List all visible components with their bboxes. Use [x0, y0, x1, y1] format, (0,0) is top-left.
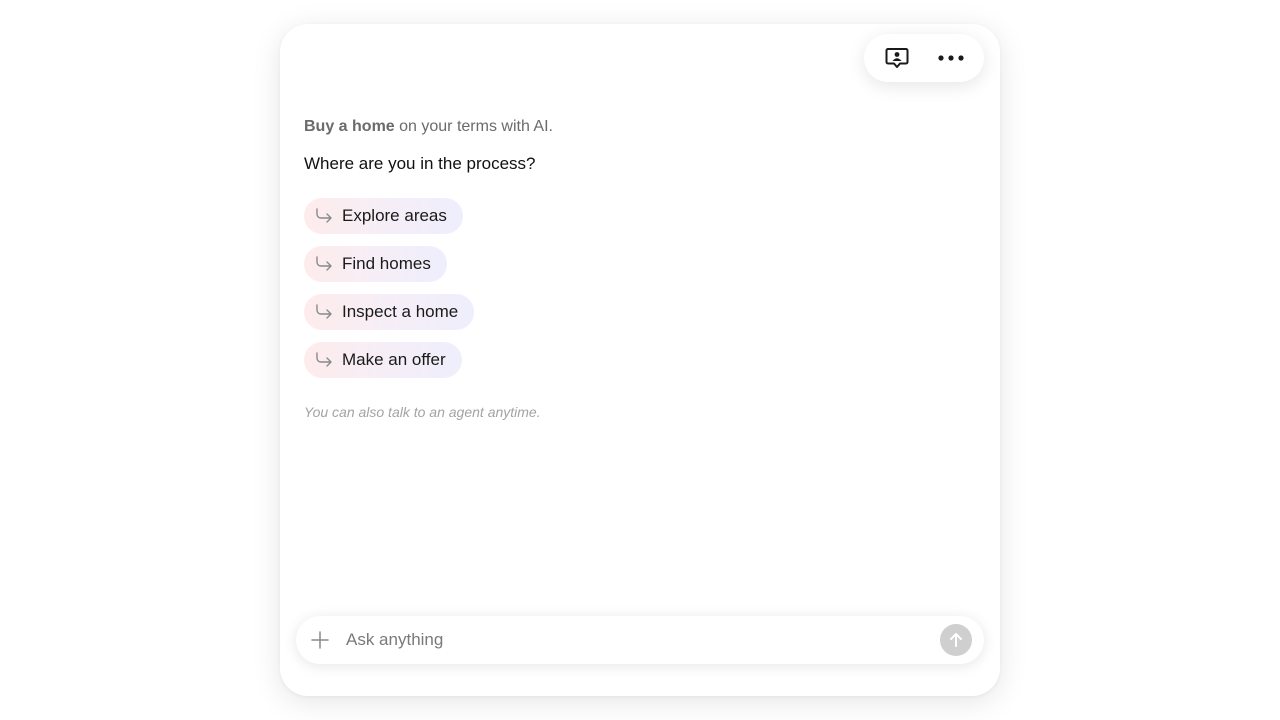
suggestion-make-an-offer[interactable]: Make an offer: [304, 342, 462, 378]
intro-tagline: Buy a home on your terms with AI.: [304, 116, 976, 138]
chat-panel: Buy a home on your terms with AI. Where …: [280, 24, 1000, 696]
reply-arrow-icon: [314, 206, 334, 226]
suggestion-find-homes[interactable]: Find homes: [304, 246, 447, 282]
agent-note: You can also talk to an agent anytime.: [304, 404, 541, 420]
ask-input[interactable]: [344, 619, 940, 661]
talk-to-agent-button[interactable]: [877, 38, 917, 78]
plus-icon: [311, 631, 329, 649]
arrow-up-icon: [950, 633, 962, 647]
add-attachment-button[interactable]: [308, 628, 332, 652]
reply-arrow-icon: [314, 254, 334, 274]
suggestion-explore-areas[interactable]: Explore areas: [304, 198, 463, 234]
reply-arrow-icon: [314, 350, 334, 370]
more-options-button[interactable]: [931, 38, 971, 78]
tagline-emphasis: Buy a home: [304, 118, 395, 135]
suggestion-inspect-a-home[interactable]: Inspect a home: [304, 294, 475, 330]
intro-question: Where are you in the process?: [304, 154, 536, 173]
send-button[interactable]: [940, 624, 972, 656]
suggestion-label: Inspect a home: [342, 302, 459, 321]
suggestion-label: Explore areas: [342, 206, 447, 225]
header-actions: [864, 34, 984, 82]
more-horizontal-icon: [938, 55, 964, 61]
conversation: Buy a home on your terms with AI. Where …: [304, 116, 976, 420]
message-composer: [296, 616, 984, 664]
reply-arrow-icon: [314, 302, 334, 322]
suggestion-label: Make an offer: [342, 350, 446, 369]
suggestion-label: Find homes: [342, 254, 431, 273]
tagline-text: on your terms with AI.: [394, 118, 553, 135]
suggestion-list: Explore areas Find homes Inspect a home …: [304, 198, 976, 378]
agent-chat-icon: [885, 48, 909, 68]
